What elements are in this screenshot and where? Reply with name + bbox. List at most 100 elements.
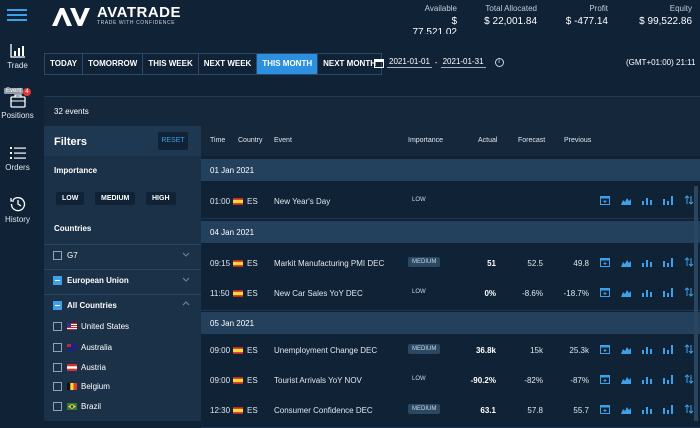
bar-chart-icon[interactable]: [663, 195, 673, 205]
table-row[interactable]: 11:50 ES New Car Sales YoY DEC LOW 0% -8.6% -1…: [201, 277, 700, 311]
nav-orders[interactable]: Orders: [0, 146, 35, 172]
chevron-down-icon[interactable]: [182, 275, 190, 283]
area-chart-icon[interactable]: [621, 195, 631, 205]
country-row-united-states[interactable]: United States: [44, 316, 201, 337]
history-icon: [9, 197, 25, 212]
bar-chart-icon[interactable]: [663, 287, 673, 297]
sort-icon[interactable]: [684, 257, 694, 267]
stat-total-allocated: Total Allocated $ 22,001.84: [484, 4, 537, 27]
histogram-icon[interactable]: [642, 374, 652, 384]
table-row[interactable]: 09:00 ES Tourist Arrivals YoY NOV LOW -90.2%…: [201, 364, 700, 398]
histogram-icon[interactable]: [642, 257, 652, 267]
menu-icon[interactable]: [7, 6, 27, 26]
checkbox[interactable]: [53, 402, 62, 411]
stat-equity: Equity $ 99,522.86: [639, 4, 692, 27]
area-chart-icon[interactable]: [621, 257, 631, 267]
checkbox[interactable]: [53, 363, 62, 372]
event-forecast: -82%: [524, 376, 543, 385]
sort-icon[interactable]: [684, 404, 694, 414]
table-row[interactable]: 01:00 ES New Year's Day LOW: [201, 185, 700, 219]
bar-chart-icon[interactable]: [663, 344, 673, 354]
table-row[interactable]: 09:00 ES Unemployment Change DEC MEDIUM 36.8…: [201, 334, 700, 368]
histogram-icon[interactable]: [642, 404, 652, 414]
sort-icon[interactable]: [684, 195, 694, 205]
nav-history[interactable]: History: [0, 196, 35, 224]
table-row[interactable]: 12:30 ES Consumer Confidence DEC MEDIUM 63.1…: [201, 394, 700, 428]
sort-icon[interactable]: [684, 344, 694, 354]
country-row-belgium[interactable]: Belgium: [44, 376, 201, 397]
calendar-icon[interactable]: [374, 58, 384, 68]
tab-this-week[interactable]: THIS WEEK: [143, 54, 199, 74]
events-count: 32 events: [54, 107, 89, 116]
add-to-calendar-icon[interactable]: [600, 195, 610, 205]
checkbox[interactable]: [53, 343, 62, 352]
event-previous: -18.7%: [563, 289, 589, 298]
add-to-calendar-icon[interactable]: [600, 374, 610, 384]
chevron-up-icon[interactable]: [182, 300, 190, 308]
reset-button[interactable]: RESET: [158, 132, 188, 150]
flag-es-icon: [233, 198, 243, 205]
histogram-icon[interactable]: [642, 195, 652, 205]
event-country: ES: [247, 259, 258, 268]
stat-profit: Profit $ -477.14: [565, 4, 608, 27]
add-to-calendar-icon[interactable]: [600, 344, 610, 354]
flag-us-icon: [67, 323, 77, 330]
table-row[interactable]: 09:15 ES Markit Manufacturing PMI DEC MEDIU…: [201, 247, 700, 281]
country-row-brazil[interactable]: Brazil: [44, 396, 201, 417]
importance-high-button[interactable]: HIGH: [146, 192, 176, 205]
area-chart-icon[interactable]: [621, 374, 631, 384]
tab-tomorrow[interactable]: TOMORROW: [83, 54, 144, 74]
tab-today[interactable]: TODAY: [45, 54, 84, 74]
group-row-all-countries[interactable]: All Countries: [44, 294, 201, 315]
bar-chart-icon[interactable]: [663, 257, 673, 267]
country-row-australia[interactable]: Australia: [44, 337, 201, 358]
importance-low-button[interactable]: LOW: [56, 192, 85, 205]
histogram-icon[interactable]: [642, 344, 652, 354]
checkbox[interactable]: [53, 382, 62, 391]
checkbox[interactable]: [53, 276, 62, 285]
event-time: 09:15: [210, 259, 231, 268]
list-icon: [9, 147, 26, 159]
histogram-icon[interactable]: [642, 287, 652, 297]
filters-title: Filters: [54, 136, 88, 148]
event-country: ES: [247, 289, 258, 298]
area-chart-icon[interactable]: [621, 287, 631, 297]
event-forecast: 52.5: [527, 259, 543, 268]
bar-chart-icon[interactable]: [663, 374, 673, 384]
country-row-austria[interactable]: Austria: [44, 357, 201, 378]
sort-icon[interactable]: [684, 287, 694, 297]
date-from-input[interactable]: 2021-01-01: [387, 57, 432, 68]
checkbox[interactable]: [53, 301, 62, 310]
add-to-calendar-icon[interactable]: [600, 287, 610, 297]
group-row-g7[interactable]: G7: [44, 244, 201, 265]
checkbox[interactable]: [53, 322, 62, 331]
chevron-down-icon[interactable]: [182, 250, 190, 258]
nav-positions[interactable]: Event 4 Positions: [0, 88, 35, 120]
nav-trade[interactable]: Trade: [0, 44, 35, 70]
group-row-european-union[interactable]: European Union: [44, 269, 201, 290]
tab-next-month[interactable]: NEXT MONTH: [318, 54, 381, 74]
area-chart-icon[interactable]: [621, 344, 631, 354]
timezone-clock: (GMT+01:00) 21:11: [626, 58, 696, 67]
event-time: 09:00: [210, 346, 231, 355]
bar-chart-icon[interactable]: [663, 404, 673, 414]
col-event: Event: [274, 137, 292, 144]
event-previous: 25.3k: [569, 346, 589, 355]
add-to-calendar-icon[interactable]: [600, 257, 610, 267]
flag-br-icon: [67, 403, 77, 410]
area-chart-icon[interactable]: [621, 404, 631, 414]
event-country: ES: [247, 197, 258, 206]
importance-medium-button[interactable]: MEDIUM: [95, 192, 136, 205]
tab-this-month[interactable]: THIS MONTH: [257, 54, 319, 74]
event-country: ES: [247, 376, 258, 385]
col-time: Time: [210, 137, 226, 144]
tab-next-week[interactable]: NEXT WEEK: [198, 54, 258, 74]
scrollbar[interactable]: [694, 186, 698, 421]
event-country: ES: [247, 346, 258, 355]
event-forecast: 57.8: [527, 406, 543, 415]
add-to-calendar-icon[interactable]: [600, 404, 610, 414]
sort-icon[interactable]: [684, 374, 694, 384]
checkbox[interactable]: [53, 251, 62, 260]
info-icon[interactable]: i: [494, 58, 504, 67]
date-to-input[interactable]: 2021-01-31: [440, 57, 486, 68]
